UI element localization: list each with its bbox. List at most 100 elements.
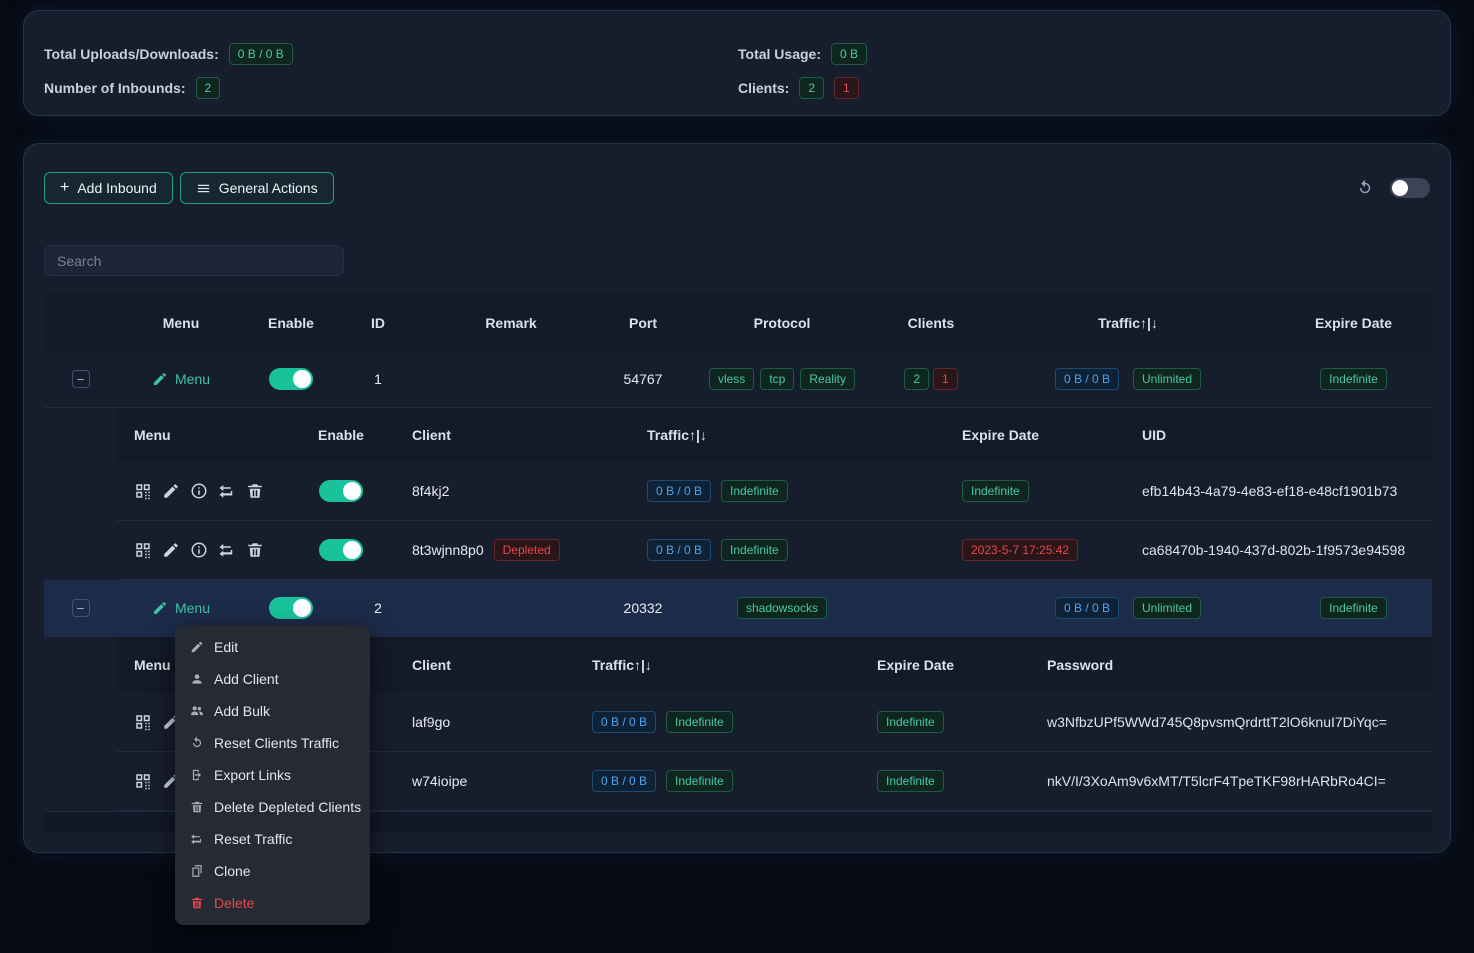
general-actions-label: General Actions [219,180,318,196]
client-traffic-badge: 0 B / 0 B [592,770,656,792]
add-inbound-button[interactable]: + Add Inbound [44,172,173,204]
stat-clients-label: Clients: [738,80,789,96]
stat-total-uploads-downloads: Total Uploads/Downloads: 0 B / 0 B [44,43,738,65]
header-menu: Menu [117,315,245,331]
reset-clients-traffic-icon [190,736,204,750]
hamburger-icon [196,181,211,196]
header-port: Port [603,315,683,331]
qr-code-icon[interactable] [134,482,152,500]
menu-item-reset-traffic[interactable]: Reset Traffic [175,823,370,855]
client-traffic-badge: 0 B / 0 B [647,480,711,502]
edit-pencil-icon [152,600,168,616]
inbound-enable-toggle[interactable] [269,368,313,390]
header-client-expire: Expire Date [861,657,1031,673]
menu-item-add-client[interactable]: Add Client [175,663,370,695]
header-client: Client [396,427,631,443]
client-info-icon[interactable] [190,541,208,559]
client-traffic-limit-badge: Indefinite [666,711,733,733]
search-input[interactable] [44,245,344,276]
header-enable: Enable [245,315,337,331]
stat-clients-depleted-badge: 1 [834,77,859,99]
client-depleted-badge: Depleted [494,539,560,561]
menu-item-reset-clients-traffic[interactable]: Reset Clients Traffic [175,727,370,759]
inbound-enable-toggle[interactable] [269,597,313,619]
header-client-menu: Menu [116,427,286,443]
traffic-value-badge: 0 B / 0 B [1055,368,1119,390]
inbound-id: 2 [337,600,419,616]
client-uid: ca68470b-1940-437d-802b-1f9573e94598 [1142,542,1405,558]
protocol-badge: shadowsocks [737,597,827,619]
stat-clients: Clients: 2 1 [738,77,1430,99]
inbound-menu-button[interactable]: Menu [152,600,210,616]
inbound-row-1: − Menu 1 54767 vless tcp Reality 2 1 0 [44,351,1432,408]
qr-code-icon[interactable] [134,713,152,731]
inbound-traffic: 0 B / 0 B Unlimited [981,368,1275,390]
inbound-protocols: vless tcp Reality [683,368,881,390]
inbound-id: 1 [337,371,419,387]
delete-client-icon[interactable] [246,541,264,559]
client-name: 8t3wjnn8p0 [412,542,484,558]
header-client-expire: Expire Date [946,427,1126,443]
client-enable-toggle[interactable] [319,539,363,561]
client-enable-toggle[interactable] [319,480,363,502]
reset-client-traffic-icon[interactable] [218,482,236,500]
protocol-badge: tcp [760,368,794,390]
menu-item-delete-depleted-clients[interactable]: Delete Depleted Clients [175,791,370,823]
delete-depleted-clients-icon [190,800,204,814]
collapse-row-button[interactable]: − [72,599,90,617]
header-clients: Clients [881,315,981,331]
client-actions [116,541,286,559]
general-actions-button[interactable]: General Actions [180,172,334,204]
inbound-port: 20332 [603,600,683,616]
menu-item-export-links[interactable]: Export Links [175,759,370,791]
client-traffic-limit-badge: Indefinite [721,480,788,502]
qr-code-icon[interactable] [134,772,152,790]
client-traffic-limit-badge: Indefinite [721,539,788,561]
header-traffic-sort[interactable]: Traffic↑|↓ [981,315,1275,331]
clients-depleted-badge: 1 [933,368,958,390]
inbound-context-menu: Edit Add Client Add Bulk Reset Clients T… [175,625,370,925]
edit-pencil-icon [152,371,168,387]
client-info-icon[interactable] [190,482,208,500]
edit-client-icon[interactable] [162,541,180,559]
header-remark: Remark [419,315,603,331]
toolbar: + Add Inbound General Actions [44,172,1430,204]
menu-item-delete[interactable]: Delete [175,887,370,919]
delete-client-icon[interactable] [246,482,264,500]
header-client-traffic-sort[interactable]: Traffic↑|↓ [631,427,946,443]
stat-number-of-inbounds: Number of Inbounds: 2 [44,77,738,99]
collapse-row-button[interactable]: − [72,370,90,388]
header-expire-date: Expire Date [1275,315,1432,331]
client-name: laf9go [412,714,450,730]
refresh-icon[interactable] [1356,179,1374,197]
client-row: 8f4kj2 0 B / 0 B Indefinite Indefinite e… [116,462,1432,521]
reset-client-traffic-icon[interactable] [218,541,236,559]
stat-total-usage: Total Usage: 0 B [738,43,1430,65]
add-bulk-icon [190,704,204,718]
traffic-value-badge: 0 B / 0 B [1055,597,1119,619]
clone-icon [190,864,204,878]
inbound-menu-button[interactable]: Menu [152,371,210,387]
header-client: Client [396,657,576,673]
client-traffic-badge: 0 B / 0 B [592,711,656,733]
qr-code-icon[interactable] [134,541,152,559]
header-client-enable: Enable [286,427,396,443]
inbound-clients-count: 2 1 [881,368,981,390]
edit-client-icon[interactable] [162,482,180,500]
inbound-expire: Indefinite [1275,597,1432,619]
menu-item-clone[interactable]: Clone [175,855,370,887]
client-actions [116,482,286,500]
header-client-traffic-sort[interactable]: Traffic↑|↓ [576,657,861,673]
stat-uploads-label: Total Uploads/Downloads: [44,46,219,62]
add-client-icon [190,672,204,686]
menu-item-edit[interactable]: Edit [175,631,370,663]
protocol-badge: Reality [800,368,855,390]
expire-badge: Indefinite [1320,597,1387,619]
menu-item-add-bulk[interactable]: Add Bulk [175,695,370,727]
theme-toggle[interactable] [1390,178,1430,198]
expire-badge: Indefinite [1320,368,1387,390]
delete-icon [190,896,204,910]
inbound-traffic: 0 B / 0 B Unlimited [981,597,1275,619]
client-name: w74ioipe [412,773,467,789]
header-client-uid: UID [1126,427,1432,443]
